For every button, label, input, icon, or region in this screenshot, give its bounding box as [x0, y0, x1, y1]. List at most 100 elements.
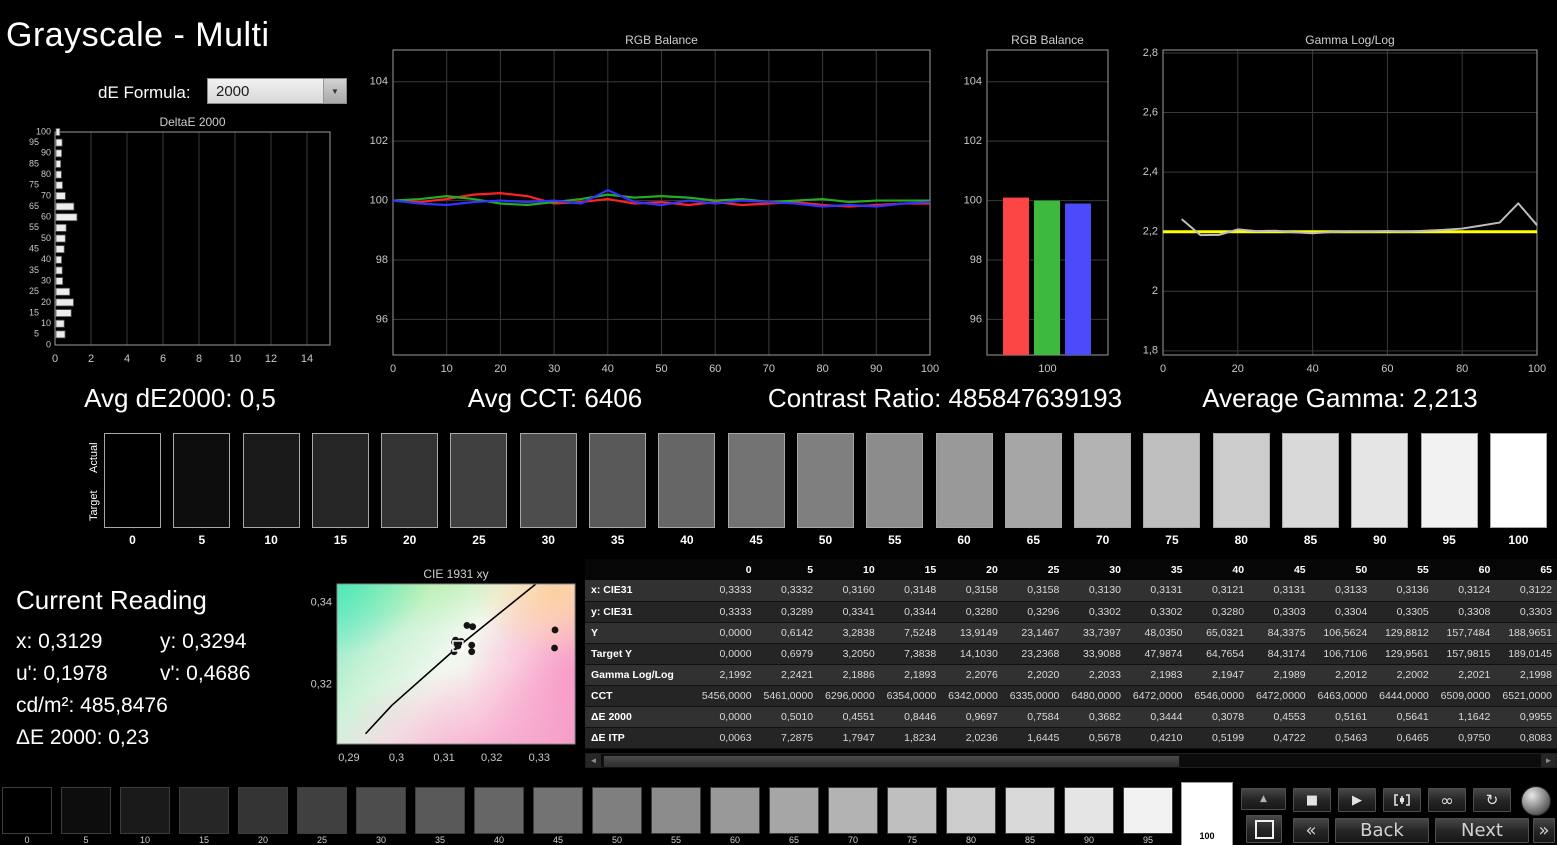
scrollbar-thumb[interactable] — [603, 755, 1180, 768]
patch-level-30[interactable]: 30 — [356, 787, 406, 845]
reading-uv: u': 0,1978 v': 0,4686 — [16, 662, 346, 686]
patch-level-0[interactable]: 0 — [2, 787, 52, 845]
measurement-table: 0 5 10 15 20 25 30 35 40 45 50 55 60 65 x: CIE31 0,3333… — [585, 559, 1557, 749]
table-row: CCT 5456,0000 5461,0000 6296,0000 6354,0000 6… — [585, 685, 1557, 706]
scrollbar-right-icon[interactable]: ► — [1541, 754, 1556, 767]
patch-window-button[interactable] — [1245, 814, 1283, 844]
patch-level-75[interactable]: 75 — [887, 787, 937, 845]
grayscale-swatch-25: 25 — [450, 433, 508, 547]
patch-level-15[interactable]: 15 — [179, 787, 229, 845]
svg-text:10: 10 — [441, 363, 453, 375]
single-measure-button[interactable] — [1382, 787, 1422, 813]
patch-color — [297, 787, 347, 834]
app-window: Grayscale - Multi dE Formula: 2000 ▼ Del… — [0, 0, 1557, 845]
table-row: y: CIE31 0,3333 0,3289 0,3341 0,3344 0,3280 0,… — [585, 601, 1557, 622]
table-scrollbar[interactable]: ◄ ► — [585, 753, 1557, 768]
grayscale-swatch-45: 45 — [727, 433, 785, 547]
svg-text:30: 30 — [41, 275, 51, 285]
patch-level-10[interactable]: 10 — [120, 787, 170, 845]
swatch-color — [796, 433, 854, 528]
cie-1931-chart: 0,29 0,3 0,31 0,32 0,33 0,34 0,32 — [300, 560, 576, 765]
patch-level-90[interactable]: 90 — [1064, 787, 1114, 845]
svg-text:2,2: 2,2 — [1143, 226, 1158, 238]
patch-level-label: 55 — [670, 835, 681, 845]
svg-text:0,34: 0,34 — [311, 596, 332, 608]
svg-text:6: 6 — [160, 353, 166, 365]
jump-back-button[interactable]: « — [1292, 817, 1330, 844]
patch-color — [120, 787, 170, 834]
avg-cct-stat: Avg CCT: 6406 — [467, 383, 643, 413]
patch-level-80[interactable]: 80 — [946, 787, 996, 845]
table-header-row: 0 5 10 15 20 25 30 35 40 45 50 55 60 65 — [585, 559, 1557, 580]
swatch-level-label: 0 — [129, 533, 136, 547]
swatch-level-label: 70 — [1095, 533, 1110, 547]
jump-next-button[interactable]: » — [1532, 817, 1556, 844]
svg-text:0: 0 — [1160, 363, 1166, 375]
meter-status-indicator — [1521, 786, 1551, 816]
svg-text:70: 70 — [41, 190, 51, 200]
patch-level-70[interactable]: 70 — [828, 787, 878, 845]
svg-text:50: 50 — [655, 363, 667, 375]
patch-level-35[interactable]: 35 — [415, 787, 465, 845]
svg-text:50: 50 — [41, 233, 51, 243]
stop-button[interactable]: ■ — [1292, 787, 1332, 813]
avg-de2000-stat: Avg dE2000: 0,5 — [84, 383, 276, 413]
play-button[interactable]: ▶ — [1337, 787, 1377, 813]
refresh-button[interactable]: ↻ — [1472, 787, 1512, 813]
patch-level-20[interactable]: 20 — [238, 787, 288, 845]
back-button[interactable]: Back — [1334, 817, 1430, 844]
svg-text:96: 96 — [970, 313, 982, 325]
svg-text:25: 25 — [29, 286, 39, 296]
svg-text:98: 98 — [970, 254, 982, 266]
current-reading-title: Current Reading — [16, 585, 207, 615]
svg-text:95: 95 — [29, 137, 39, 147]
grayscale-swatch-70: 70 — [1074, 433, 1132, 547]
svg-text:0,29: 0,29 — [338, 752, 359, 764]
page-title: Grayscale - Multi — [6, 16, 270, 54]
patch-level-label: 30 — [375, 835, 386, 845]
svg-text:0: 0 — [390, 363, 396, 375]
swatch-level-label: 5 — [198, 533, 206, 547]
svg-text:80: 80 — [816, 363, 828, 375]
patch-level-85[interactable]: 85 — [1005, 787, 1055, 845]
patch-level-60[interactable]: 60 — [710, 787, 760, 845]
svg-text:2,6: 2,6 — [1143, 106, 1158, 118]
swatch-level-label: 50 — [818, 533, 833, 547]
scrollbar-left-icon[interactable]: ◄ — [586, 754, 601, 767]
swatch-level-label: 25 — [472, 533, 486, 547]
grayscale-swatch-strip: 0 5 10 15 20 25 30 35 40 45 50 55 60 65 70 75 80 85 90 95 10… — [104, 433, 1547, 547]
swatch-color — [519, 433, 577, 528]
svg-text:15: 15 — [29, 307, 39, 317]
swatch-color — [866, 433, 924, 528]
swatch-color — [658, 433, 716, 528]
reading-x: x: 0,3129 — [16, 630, 103, 653]
svg-text:0: 0 — [52, 353, 58, 365]
patch-level-5[interactable]: 5 — [61, 787, 111, 845]
swatch-level-label: 45 — [749, 533, 763, 547]
svg-text:5: 5 — [34, 329, 39, 339]
scroll-up-button[interactable]: ▲ — [1240, 787, 1287, 811]
patch-level-40[interactable]: 40 — [474, 787, 524, 845]
patch-level-95[interactable]: 95 — [1123, 787, 1173, 845]
svg-text:0,32: 0,32 — [311, 678, 332, 690]
patch-color — [592, 787, 642, 834]
svg-text:14: 14 — [301, 353, 313, 365]
table-row: Y 0,0000 0,6142 3,2838 7,5248 13,9149 23,1467 3… — [585, 622, 1557, 643]
patch-level-55[interactable]: 55 — [651, 787, 701, 845]
svg-text:20: 20 — [1232, 363, 1244, 375]
de-formula-dropdown[interactable]: 2000 ▼ — [207, 78, 347, 104]
patch-color — [1005, 787, 1055, 834]
patch-level-65[interactable]: 65 — [769, 787, 819, 845]
swatch-level-label: 100 — [1508, 533, 1529, 547]
patch-level-label: 85 — [1024, 835, 1035, 845]
swatch-level-label: 75 — [1165, 533, 1179, 547]
svg-text:98: 98 — [376, 254, 388, 266]
patch-level-50[interactable]: 50 — [592, 787, 642, 845]
patch-level-25[interactable]: 25 — [297, 787, 347, 845]
continuous-measure-button[interactable]: ∞ — [1427, 787, 1467, 813]
svg-text:0: 0 — [46, 339, 51, 349]
next-button[interactable]: Next — [1434, 817, 1530, 844]
patch-level-45[interactable]: 45 — [533, 787, 583, 845]
swatch-color — [173, 433, 231, 528]
patch-level-100[interactable]: 100 — [1181, 782, 1233, 845]
